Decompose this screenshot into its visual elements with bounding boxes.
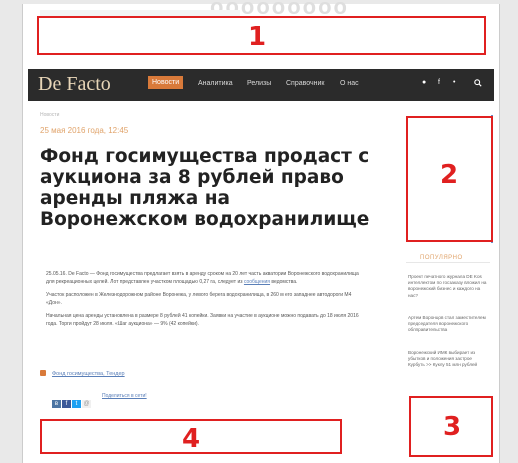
article-date: 25 мая 2016 года, 12:45 bbox=[40, 126, 129, 135]
popular-item[interactable]: Проект печатного журнала DE Kos интеллек… bbox=[408, 274, 488, 299]
article-title: Фонд госимущества продаст с аукциона за … bbox=[40, 146, 370, 230]
annotation-label-4: 4 bbox=[182, 424, 201, 454]
nav-item-analytics[interactable]: Аналитика bbox=[198, 80, 233, 87]
annotation-label-2: 2 bbox=[440, 160, 459, 190]
popular-title: ПОПУЛЯРНО bbox=[420, 255, 463, 261]
share-label[interactable]: Поделиться в сети! bbox=[102, 393, 147, 399]
breadcrumb[interactable]: Новости bbox=[40, 112, 59, 118]
article-paragraph: Участок расположен в Железнодорожном рай… bbox=[46, 292, 352, 306]
facebook-share-icon[interactable]: f bbox=[62, 400, 71, 408]
popular-item[interactable]: Артем Воронцов стал заместителем председ… bbox=[408, 315, 488, 334]
main-navbar: De Facto Новости Аналитика Релизы Справо… bbox=[28, 69, 494, 101]
tag-icon bbox=[40, 370, 46, 376]
facebook-icon[interactable]: f bbox=[438, 79, 440, 86]
nav-item-about[interactable]: О нас bbox=[340, 80, 359, 87]
article-paragraph: 25.05.16. De Facto — Фонд госимущества п… bbox=[46, 270, 366, 286]
popular-divider bbox=[406, 262, 490, 263]
annotation-label-3: 3 bbox=[443, 412, 462, 442]
article-tags[interactable]: Фонд госимущества, Тендер bbox=[52, 371, 125, 377]
source-link[interactable]: сообщения bbox=[244, 279, 270, 285]
site-logo[interactable]: De Facto bbox=[38, 73, 111, 96]
paragraph-text: 25.05.16. De Facto — Фонд госимущества п… bbox=[46, 271, 359, 285]
vk-share-icon[interactable]: в bbox=[52, 400, 61, 408]
header-watermark: ооооооооо bbox=[210, 0, 349, 14]
annotation-label-1: 1 bbox=[248, 22, 267, 52]
article-body: 25.05.16. De Facto — Фонд госимущества п… bbox=[46, 270, 366, 333]
vk-icon[interactable]: • bbox=[453, 79, 455, 86]
paragraph-tail: ведомства. bbox=[271, 279, 298, 285]
article-paragraph: Начальная цена аренды установлена в разм… bbox=[46, 313, 359, 327]
nav-item-reference[interactable]: Справочник bbox=[286, 80, 325, 87]
mail-share-icon[interactable]: @ bbox=[82, 400, 91, 408]
share-buttons: в f t @ bbox=[52, 392, 92, 408]
nav-item-news[interactable]: Новости bbox=[148, 76, 184, 89]
nav-item-releases[interactable]: Релизы bbox=[247, 80, 271, 87]
twitter-share-icon[interactable]: t bbox=[72, 400, 81, 408]
popular-item[interactable]: Воронежский ИМК выбирает из убытков и по… bbox=[408, 350, 488, 369]
search-icon[interactable] bbox=[474, 79, 482, 89]
twitter-icon[interactable]: ● bbox=[422, 79, 426, 86]
